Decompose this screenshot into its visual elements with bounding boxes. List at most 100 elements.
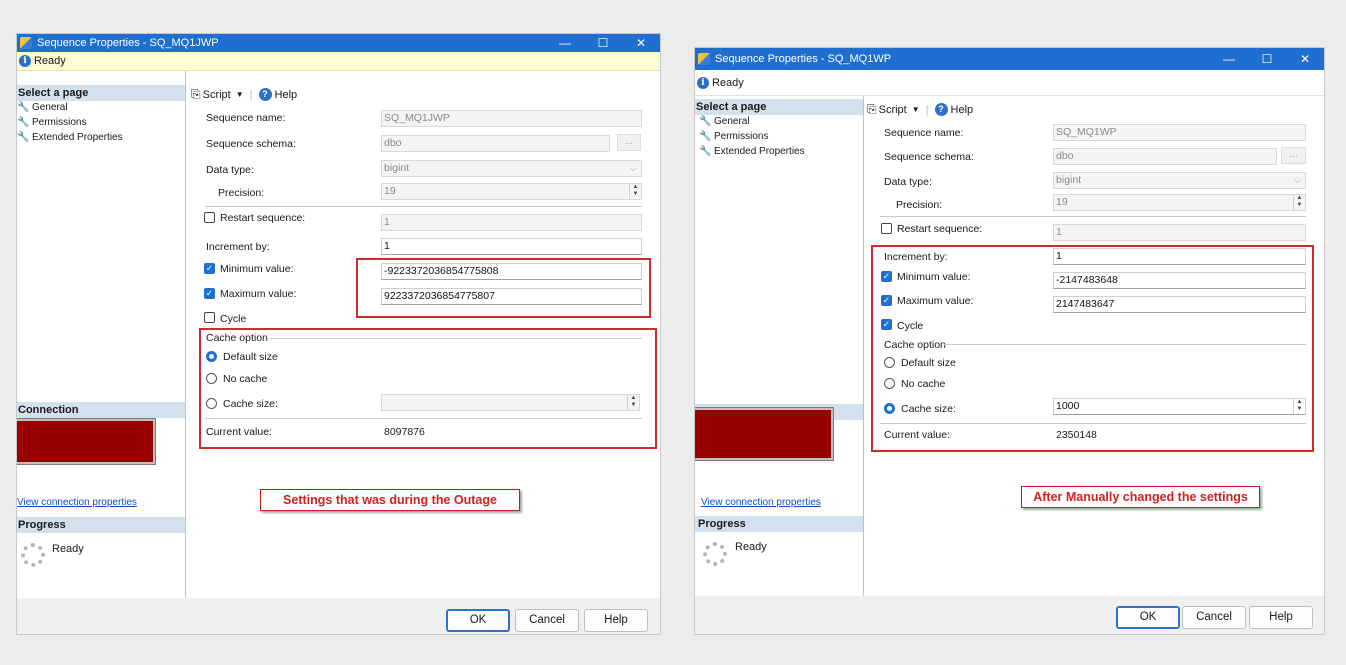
restart-sequence-checkbox[interactable] xyxy=(881,223,892,234)
separator xyxy=(880,216,1306,217)
progress-header: Progress xyxy=(17,517,185,533)
help-icon: ? xyxy=(258,88,272,101)
progress-status: Ready xyxy=(52,543,84,555)
chevron-down-icon: ⌵ xyxy=(630,163,637,173)
left-dialog: Sequence Properties - SQ_MQ1JWP — ☐ ✕ i … xyxy=(16,33,661,635)
progress-spinner-icon xyxy=(703,542,727,566)
highlight-min-max-box xyxy=(356,258,651,318)
precision-field[interactable]: 19 ▲ ▼ xyxy=(1053,194,1306,211)
script-dropdown-icon[interactable]: ▼ xyxy=(236,90,244,99)
right-dialog: Sequence Properties - SQ_MQ1WP — ☐ ✕ i R… xyxy=(694,47,1325,635)
spin-arrows-icon[interactable]: ▲ ▼ xyxy=(629,184,641,199)
script-button[interactable]: Script xyxy=(203,89,231,101)
nav-extended-properties[interactable]: 🔧 Extended Properties xyxy=(17,132,123,143)
right-status-bar: i Ready xyxy=(695,70,1324,96)
ok-button[interactable]: OK xyxy=(446,609,510,632)
toolbar-divider: | xyxy=(925,103,929,116)
progress-spinner-icon xyxy=(21,543,45,567)
nav-permissions[interactable]: 🔧 Permissions xyxy=(699,131,768,142)
data-type-select[interactable]: bigint ⌵ xyxy=(381,160,642,177)
spin-arrows-icon[interactable]: ▲ ▼ xyxy=(1293,195,1305,210)
schema-browse-button[interactable]: ... xyxy=(617,134,641,151)
sequence-schema-field[interactable]: dbo xyxy=(1053,148,1277,165)
highlight-settings-box xyxy=(871,245,1314,452)
annotation-callout: After Manually changed the settings xyxy=(1021,486,1260,508)
script-dropdown-icon[interactable]: ▼ xyxy=(912,105,920,114)
highlight-cache-box xyxy=(199,328,657,449)
redacted-block xyxy=(17,419,155,464)
sequence-name-label: Sequence name: xyxy=(206,112,286,124)
sequence-app-icon xyxy=(20,37,32,49)
nav-permissions[interactable]: 🔧 Permissions xyxy=(17,117,86,128)
script-button[interactable]: Script xyxy=(879,104,907,116)
info-icon: i xyxy=(19,55,31,67)
select-page-header: Select a page xyxy=(695,99,863,115)
help-button[interactable]: Help xyxy=(275,89,298,101)
restart-sequence-label: Restart sequence: xyxy=(897,223,983,235)
ok-button[interactable]: OK xyxy=(1116,606,1180,629)
increment-label: Increment by: xyxy=(206,241,270,253)
close-button[interactable]: ✕ xyxy=(622,34,660,52)
data-type-label: Data type: xyxy=(206,164,254,176)
wrench-icon: 🔧 xyxy=(699,146,712,157)
sequence-schema-label: Sequence schema: xyxy=(884,151,974,163)
script-icon: ⎘ xyxy=(867,102,877,116)
data-type-select[interactable]: bigint ⌵ xyxy=(1053,172,1306,189)
help-bottom-button[interactable]: Help xyxy=(1249,606,1313,629)
maximum-value-checkbox[interactable]: ✓ xyxy=(204,288,215,299)
sequence-schema-field[interactable]: dbo xyxy=(381,135,610,152)
left-window-title: Sequence Properties - SQ_MQ1JWP xyxy=(37,37,219,49)
right-window-title: Sequence Properties - SQ_MQ1WP xyxy=(715,53,892,65)
view-connection-link[interactable]: View connection properties xyxy=(701,497,821,508)
wrench-icon: 🔧 xyxy=(17,132,30,143)
help-bottom-button[interactable]: Help xyxy=(584,609,648,632)
toolbar-divider: | xyxy=(249,88,253,101)
maximize-button[interactable]: ☐ xyxy=(1248,48,1286,70)
cycle-label: Cycle xyxy=(220,313,247,325)
wrench-icon: 🔧 xyxy=(699,116,712,127)
restart-value-field[interactable]: 1 xyxy=(381,214,642,231)
restart-sequence-label: Restart sequence: xyxy=(220,212,306,224)
precision-label: Precision: xyxy=(218,187,265,199)
restart-value-field[interactable]: 1 xyxy=(1053,224,1306,241)
help-icon: ? xyxy=(934,103,948,116)
restart-sequence-checkbox[interactable] xyxy=(204,212,215,223)
redacted-block xyxy=(695,408,833,460)
sequence-app-icon xyxy=(698,53,710,65)
left-titlebar: Sequence Properties - SQ_MQ1JWP — ☐ ✕ xyxy=(17,34,660,52)
sequence-name-field[interactable]: SQ_MQ1WP xyxy=(1053,124,1306,141)
nav-extended-properties[interactable]: 🔧 Extended Properties xyxy=(699,146,805,157)
sequence-name-field[interactable]: SQ_MQ1JWP xyxy=(381,110,642,127)
sequence-name-label: Sequence name: xyxy=(884,127,964,139)
schema-browse-button[interactable]: ... xyxy=(1281,147,1306,164)
nav-general[interactable]: 🔧 General xyxy=(17,102,68,113)
cancel-button[interactable]: Cancel xyxy=(1182,606,1246,629)
increment-field[interactable]: 1 xyxy=(381,238,642,255)
cycle-checkbox[interactable] xyxy=(204,312,215,323)
minimize-button[interactable]: — xyxy=(1210,48,1248,70)
progress-status: Ready xyxy=(735,541,767,553)
right-titlebar: Sequence Properties - SQ_MQ1WP — ☐ ✕ xyxy=(695,48,1324,70)
wrench-icon: 🔧 xyxy=(17,102,30,113)
right-page-selector: Select a page 🔧 General 🔧 Permissions 🔧 Ext… xyxy=(695,96,864,596)
left-toolbar: ⎘ Script ▼ | ? Help xyxy=(191,87,297,102)
info-icon: i xyxy=(697,76,709,89)
left-status-text: Ready xyxy=(34,55,66,67)
right-status-text: Ready xyxy=(712,76,744,89)
progress-header: Progress xyxy=(695,516,863,532)
nav-general[interactable]: 🔧 General xyxy=(699,116,750,127)
maximize-button[interactable]: ☐ xyxy=(584,34,622,52)
sequence-schema-label: Sequence schema: xyxy=(206,138,296,150)
view-connection-link[interactable]: View connection properties xyxy=(17,497,137,508)
close-button[interactable]: ✕ xyxy=(1286,48,1324,70)
minimize-button[interactable]: — xyxy=(546,34,584,52)
connection-header: Connection xyxy=(17,402,185,418)
wrench-icon: 🔧 xyxy=(699,131,712,142)
select-page-header: Select a page xyxy=(17,85,185,101)
data-type-label: Data type: xyxy=(884,176,932,188)
minimum-value-checkbox[interactable]: ✓ xyxy=(204,263,215,274)
precision-field[interactable]: 19 ▲ ▼ xyxy=(381,183,642,200)
cancel-button[interactable]: Cancel xyxy=(515,609,579,632)
help-button[interactable]: Help xyxy=(951,104,974,116)
separator xyxy=(205,206,642,207)
